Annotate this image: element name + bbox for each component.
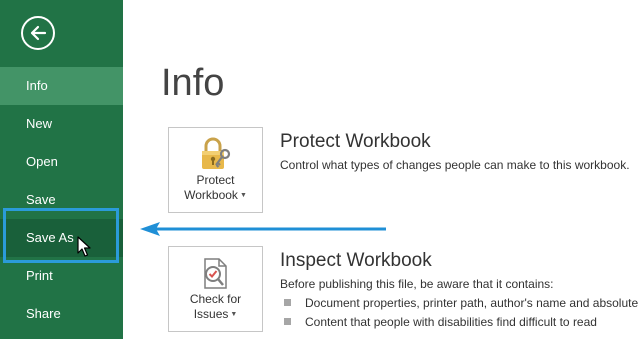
bullet-square-icon (284, 318, 291, 325)
dropdown-caret-icon: ▼ (239, 192, 247, 200)
inspect-workbook-heading: Inspect Workbook (280, 250, 432, 271)
mouse-cursor-icon (77, 236, 91, 257)
inspect-bullet-item: Content that people with disabilities fi… (284, 314, 597, 330)
inspect-document-icon (204, 258, 227, 289)
sidebar-item-info[interactable]: Info (0, 67, 123, 105)
sidebar-item-open[interactable]: Open (0, 143, 123, 181)
inspect-bullet-item: Document properties, printer path, autho… (284, 295, 638, 311)
dropdown-caret-icon: ▼ (230, 311, 238, 319)
lock-key-icon (202, 137, 231, 169)
save-as-highlight (3, 208, 119, 263)
bullet-square-icon (284, 299, 291, 306)
check-issues-label-1: Check for (189, 292, 242, 306)
check-for-issues-button[interactable]: Check for Issues ▼ (168, 246, 263, 332)
sidebar-item-share[interactable]: Share (0, 295, 123, 333)
protect-workbook-heading: Protect Workbook (280, 131, 431, 152)
sidebar-item-new[interactable]: New (0, 105, 123, 143)
protect-button-label-2: Workbook ▼ (184, 188, 247, 202)
back-button[interactable] (21, 16, 55, 50)
protect-workbook-description: Control what types of changes people can… (280, 158, 630, 172)
callout-arrow (140, 222, 386, 236)
check-issues-label-2: Issues ▼ (193, 307, 238, 321)
inspect-workbook-description: Before publishing this file, be aware th… (280, 277, 554, 291)
protect-workbook-button[interactable]: Protect Workbook ▼ (168, 127, 263, 213)
backstage-sidebar: Info New Open Save Save As Print Share (0, 0, 123, 339)
protect-button-label-1: Protect (196, 173, 235, 187)
page-title: Info (161, 62, 225, 104)
back-arrow-icon (30, 25, 47, 41)
